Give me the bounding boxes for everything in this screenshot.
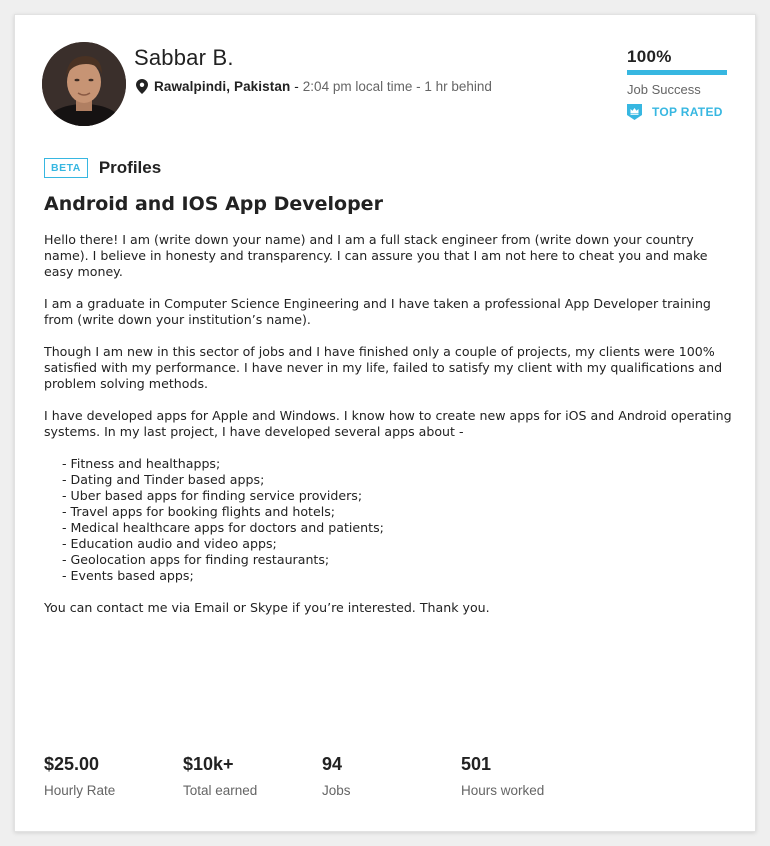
freelancer-name: Sabbar B.	[134, 45, 234, 70]
stat-value: $10k+	[183, 754, 234, 774]
map-pin-icon	[136, 79, 148, 94]
job-title: Android and IOS App Developer	[44, 193, 383, 215]
job-success-label: Job Success	[627, 82, 701, 97]
crown-shield-icon	[627, 104, 642, 120]
profiles-label[interactable]: Profiles	[99, 158, 161, 178]
list-item: - Dating and Tinder based apps;	[62, 472, 265, 487]
avatar[interactable]	[42, 42, 126, 126]
location-city: Rawalpindi, Pakistan	[154, 79, 291, 94]
top-rated-badge[interactable]: TOP RATED	[627, 104, 727, 120]
stat-hourly-rate: $25.00 Hourly Rate	[44, 754, 183, 798]
app-types-list: - Fitness and healthapps; - Dating and T…	[44, 456, 734, 584]
job-success-bar	[627, 70, 727, 75]
stat-value: $25.00	[44, 754, 100, 774]
stat-total-earned: $10k+ Total earned	[183, 754, 322, 798]
location-row: Rawalpindi, Pakistan - 2:04 pm local tim…	[136, 79, 492, 94]
list-item: - Geolocation apps for finding restauran…	[62, 552, 330, 567]
stat-label: Total earned	[183, 783, 258, 798]
description-paragraph: I am a graduate in Computer Science Engi…	[44, 296, 711, 327]
user-photo-icon	[42, 42, 126, 126]
description-paragraph: Though I am new in this sector of jobs a…	[44, 344, 723, 391]
stat-value: 501	[461, 754, 492, 774]
top-rated-label: TOP RATED	[652, 105, 723, 119]
beta-badge: BETA	[44, 158, 88, 178]
stat-jobs: 94 Jobs	[322, 754, 461, 798]
list-item: - Travel apps for booking flights and ho…	[62, 504, 336, 519]
job-success-box: 100% Job Success TOP RATED	[627, 47, 727, 120]
description-closing: You can contact me via Email or Skype if…	[44, 600, 490, 615]
list-item: - Fitness and healthapps;	[62, 456, 221, 471]
stat-label: Jobs	[322, 783, 351, 798]
list-item: - Education audio and video apps;	[62, 536, 277, 551]
profiles-header: BETA Profiles	[44, 158, 161, 178]
list-item: - Events based apps;	[62, 568, 194, 583]
location-separator: -	[294, 79, 299, 94]
description-paragraph: Hello there! I am (write down your name)…	[44, 232, 708, 279]
description-paragraph: I have developed apps for Apple and Wind…	[44, 408, 732, 439]
local-time: 2:04 pm local time - 1 hr behind	[302, 79, 492, 94]
work-stats: $25.00 Hourly Rate $10k+ Total earned 94…	[44, 754, 600, 798]
job-success-percent: 100%	[627, 47, 672, 66]
stat-hours-worked: 501 Hours worked	[461, 754, 600, 798]
stat-value: 94	[322, 754, 343, 774]
profile-description: Hello there! I am (write down your name)…	[44, 232, 734, 632]
list-item: - Uber based apps for finding service pr…	[62, 488, 363, 503]
stat-label: Hours worked	[461, 783, 545, 798]
freelancer-profile-card: Sabbar B. Rawalpindi, Pakistan - 2:04 pm…	[14, 14, 756, 832]
list-item: - Medical healthcare apps for doctors an…	[62, 520, 384, 535]
stat-label: Hourly Rate	[44, 783, 116, 798]
job-success-bar-fill	[627, 70, 727, 75]
